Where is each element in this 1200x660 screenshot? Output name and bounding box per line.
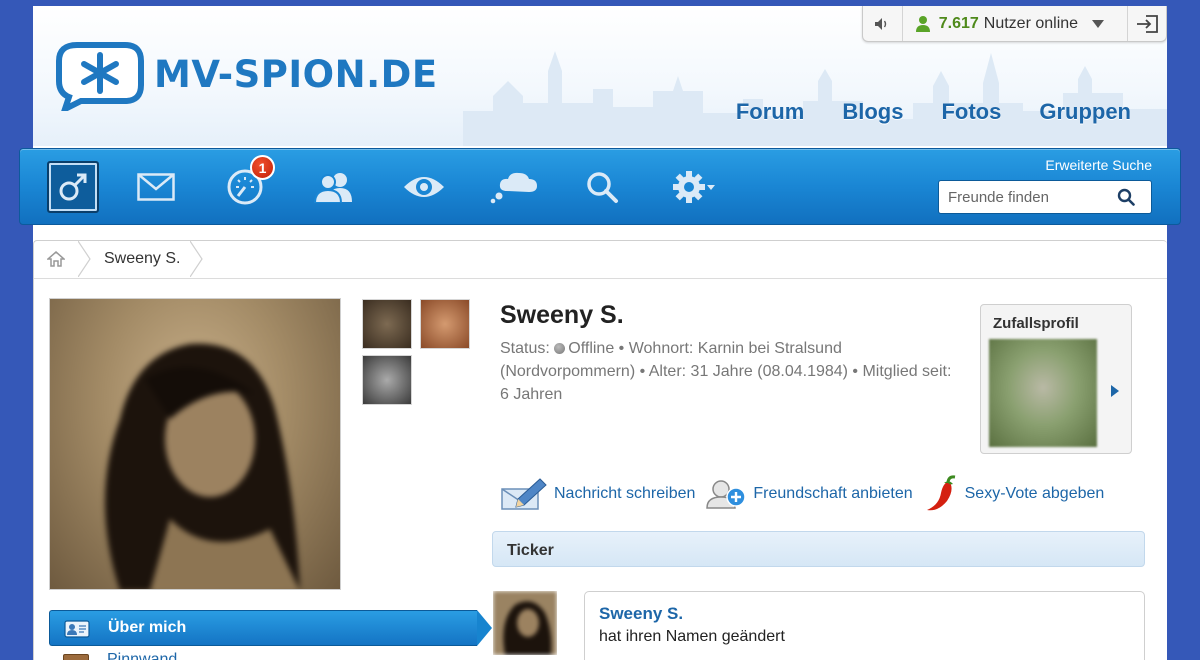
- random-profile-image[interactable]: [989, 339, 1097, 447]
- random-profile-box[interactable]: Zufallsprofil: [980, 304, 1132, 454]
- ticker-entry-user-link[interactable]: Sweeny S.: [599, 604, 1130, 624]
- toolbar-activity-button[interactable]: 1: [219, 155, 275, 213]
- nav-fotos-link[interactable]: Fotos: [941, 99, 1001, 125]
- ticker-entry: Sweeny S. hat ihren Namen geändert: [584, 591, 1145, 660]
- toolbar-friends-button[interactable]: [308, 161, 360, 213]
- sidenav-item-ueber-mich[interactable]: Über mich: [49, 610, 477, 646]
- sound-toggle-button[interactable]: [863, 6, 903, 41]
- logo-text[interactable]: MV-SPION.DE: [154, 53, 438, 96]
- logo-icon[interactable]: [55, 41, 145, 111]
- chevron-down-icon: [1092, 19, 1105, 28]
- ticker-avatar[interactable]: [493, 591, 557, 655]
- city-skyline-graphic: [463, 51, 1167, 146]
- toolbar-chat-button[interactable]: [489, 161, 541, 213]
- write-message-label: Nachricht schreiben: [554, 485, 696, 502]
- thought-cloud-icon: [490, 172, 537, 204]
- online-count: 7.617: [938, 14, 979, 32]
- online-count-dropdown[interactable]: 7.617 Nutzer online: [903, 6, 1129, 41]
- breadcrumb-separator: [190, 241, 204, 277]
- profile-photo-image: [105, 343, 300, 589]
- site-header: MV-SPION.DE Forum Blogs Fotos Gruppen 7.…: [33, 6, 1167, 146]
- sidenav-item-pinnwand[interactable]: Pinnwand: [49, 651, 349, 660]
- search-icon[interactable]: [1117, 188, 1135, 206]
- search-icon: [587, 172, 618, 203]
- breadcrumb-current: Sweeny S.: [104, 250, 181, 267]
- friends-icon: [313, 173, 352, 203]
- online-label: Nutzer online: [983, 14, 1079, 32]
- toolbar-search-button[interactable]: [576, 161, 628, 213]
- friend-search-box: [938, 180, 1152, 214]
- envelope-pencil-icon: [501, 478, 547, 510]
- breadcrumb-divider: [34, 278, 1167, 279]
- ticker-entry-text: hat ihren Namen geändert: [599, 628, 785, 645]
- nav-blogs-link[interactable]: Blogs: [842, 99, 903, 125]
- photo-thumbnail[interactable]: [362, 299, 412, 349]
- id-card-icon: [64, 620, 90, 638]
- profile-actions: Nachricht schreiben Freundschaft anbiete…: [500, 475, 1114, 513]
- header-nav: Forum Blogs Fotos Gruppen: [736, 99, 1131, 125]
- page: MV-SPION.DE Forum Blogs Fotos Gruppen 7.…: [33, 6, 1167, 660]
- sexy-vote-link[interactable]: Sexy-Vote abgeben: [923, 475, 1105, 513]
- nav-gruppen-link[interactable]: Gruppen: [1039, 99, 1131, 125]
- nav-forum-link[interactable]: Forum: [736, 99, 804, 125]
- sidenav-active-label: Über mich: [108, 619, 187, 636]
- logout-icon: [1137, 14, 1159, 33]
- male-gender-icon: [59, 173, 87, 201]
- toolbar-visitors-button[interactable]: [398, 161, 450, 213]
- random-profile-title: Zufallsprofil: [993, 315, 1079, 332]
- status-label: Status:: [500, 340, 550, 357]
- status-dot-icon: [554, 343, 566, 354]
- notification-badge: 1: [250, 155, 275, 180]
- status-value: Offline: [568, 340, 615, 357]
- add-friend-icon: [706, 480, 747, 509]
- ticker-avatar-image: [493, 591, 557, 655]
- write-message-link[interactable]: Nachricht schreiben: [500, 477, 695, 511]
- breadcrumb-separator: [78, 241, 91, 277]
- breadcrumb: Sweeny S.: [34, 241, 204, 277]
- toolbar-messages-button[interactable]: [130, 161, 182, 213]
- online-users-box: 7.617 Nutzer online: [862, 6, 1167, 42]
- home-icon: [47, 251, 65, 267]
- photo-thumbnail[interactable]: [420, 299, 470, 349]
- chili-pepper-icon: [926, 475, 955, 511]
- profile-content: Sweeny S. Sweeny S. Status: Offline • Wo…: [33, 240, 1167, 660]
- chevron-down-icon: [707, 184, 715, 190]
- sidenav-active-pointer: [477, 610, 492, 646]
- friend-search-input[interactable]: [939, 182, 1117, 212]
- eye-icon: [404, 177, 444, 197]
- gear-icon: [673, 171, 705, 203]
- advanced-search-link[interactable]: Erweiterte Suche: [1045, 157, 1152, 173]
- user-icon: [915, 15, 930, 32]
- speaker-icon: [875, 17, 887, 30]
- offer-friendship-link[interactable]: Freundschaft anbieten: [705, 478, 913, 510]
- offer-friendship-label: Freundschaft anbieten: [753, 485, 913, 502]
- sexy-vote-label: Sexy-Vote abgeben: [964, 485, 1105, 502]
- chevron-right-icon[interactable]: [1111, 385, 1119, 397]
- profile-name: Sweeny S.: [500, 301, 624, 329]
- photo-thumbnail[interactable]: [362, 355, 412, 405]
- home-breadcrumb-button[interactable]: [34, 241, 78, 277]
- main-toolbar: 1 Erweiterte Suche Freunde finden: [19, 148, 1181, 225]
- envelope-icon: [137, 173, 175, 201]
- profile-main-photo[interactable]: [49, 298, 341, 590]
- toolbar-settings-button[interactable]: [663, 161, 723, 213]
- ticker-header: Ticker: [492, 531, 1145, 567]
- logout-button[interactable]: [1128, 6, 1166, 41]
- profile-meta: Status: Offline • Wohnort: Karnin bei St…: [500, 337, 960, 406]
- toolbar-profile-button[interactable]: [47, 161, 99, 213]
